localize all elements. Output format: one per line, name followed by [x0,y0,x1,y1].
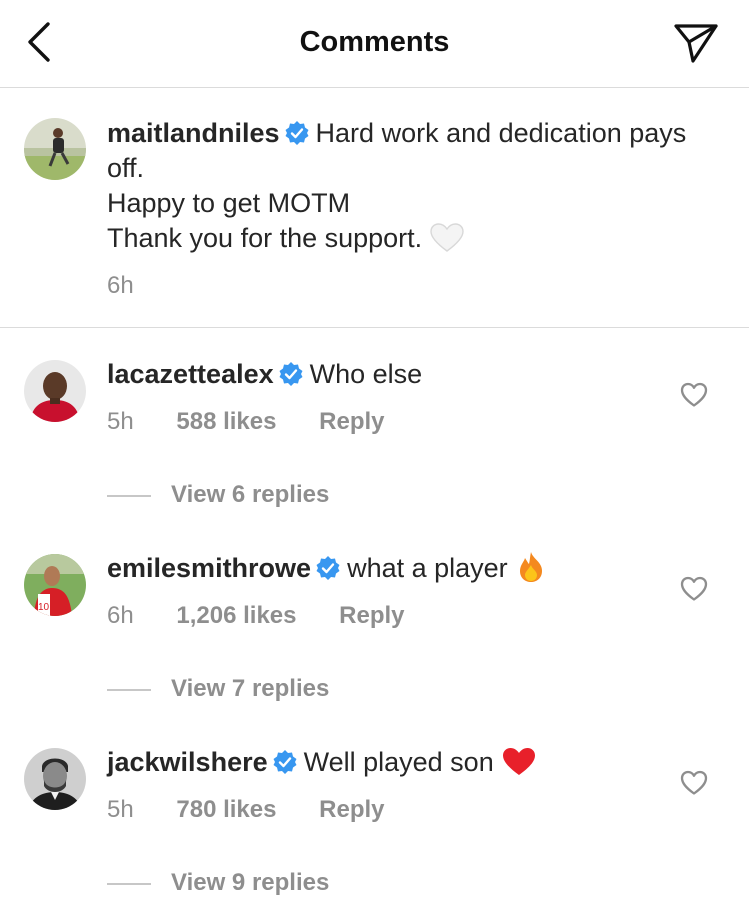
verified-badge-icon [316,556,340,580]
comment-meta: 5h 780 likes Reply [107,796,385,824]
comment-username[interactable]: jackwilshere [107,747,268,777]
comment-likes[interactable]: 588 likes [176,408,276,436]
comment-body: what a player [347,553,508,583]
view-replies-label: View 6 replies [171,481,330,508]
verified-badge-icon [285,121,309,145]
avatar-image [24,748,86,810]
share-button[interactable] [673,22,719,64]
view-replies-label: View 9 replies [171,869,330,896]
comment-text: jackwilshere Well played son [107,745,536,786]
caption-meta: 6h [107,272,134,300]
like-button[interactable] [680,382,708,408]
view-replies-link[interactable]: View 9 replies [107,869,329,897]
comment-text: lacazettealex Who else [107,357,422,392]
avatar[interactable]: 10 [24,554,86,616]
heart-outline-icon [680,382,708,407]
avatar[interactable] [24,748,86,810]
avatar-image: 10 [24,554,86,616]
caption-text: maitlandniles Hard work and dedication pa… [107,116,727,262]
avatar-image [24,360,86,422]
like-button[interactable] [680,576,708,602]
white-heart-icon [430,223,464,262]
avatar[interactable] [24,360,86,422]
replies-divider [107,494,151,497]
comment-text: emilesmithrowe what a player [107,551,546,592]
comment-meta: 5h 588 likes Reply [107,408,385,436]
caption-line-2: Happy to get MOTM [107,188,351,218]
verified-badge-icon [273,750,297,774]
replies-divider [107,882,151,885]
paper-plane-icon [674,24,718,63]
comment-likes[interactable]: 780 likes [176,796,276,824]
replies-divider [107,688,151,691]
comment-time: 6h [107,602,134,629]
verified-badge-icon [279,362,303,386]
comment-username[interactable]: emilesmithrowe [107,553,311,583]
page-title: Comments [299,26,450,58]
reply-button[interactable]: Reply [339,602,404,630]
heart-outline-icon [680,576,708,601]
caption-line-3: Thank you for the support. [107,223,423,253]
comment-likes[interactable]: 1,206 likes [176,602,296,630]
comment-time: 5h [107,408,134,435]
comment-username[interactable]: lacazettealex [107,359,274,389]
heart-outline-icon [680,770,708,795]
header-bar: Comments [0,0,749,88]
comment-body: Well played son [303,747,494,777]
caption-username[interactable]: maitlandniles [107,118,280,148]
reply-button[interactable]: Reply [319,796,384,824]
comment-time: 5h [107,796,134,823]
reply-button[interactable]: Reply [319,408,384,436]
avatar-image [24,118,86,180]
caption-time: 6h [107,272,134,299]
jersey-number: 10 [38,602,50,613]
view-replies-label: View 7 replies [171,675,330,702]
comment-body: Who else [309,359,423,389]
like-button[interactable] [680,770,708,796]
comment-meta: 6h 1,206 likes Reply [107,602,405,630]
fire-icon [516,551,546,592]
view-replies-link[interactable]: View 6 replies [107,481,329,509]
post-caption: maitlandniles Hard work and dedication pa… [0,88,749,328]
avatar[interactable] [24,118,86,180]
view-replies-link[interactable]: View 7 replies [107,675,329,703]
red-heart-icon [502,747,536,786]
